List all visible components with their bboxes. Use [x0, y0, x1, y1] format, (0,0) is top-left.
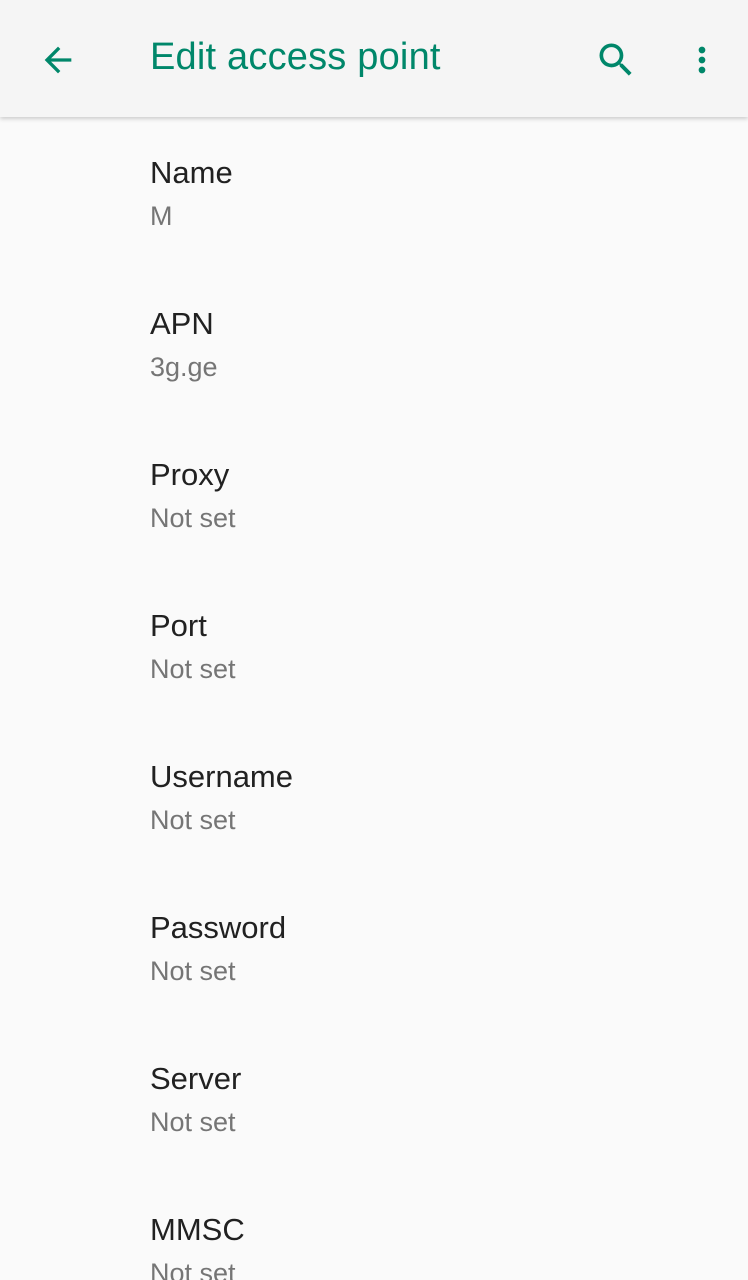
preference-proxy[interactable]: Proxy Not set	[0, 419, 748, 570]
preference-label: Username	[150, 759, 293, 794]
search-icon	[599, 43, 632, 76]
preference-value: M	[150, 201, 173, 231]
preference-mmsc[interactable]: MMSC Not set	[0, 1174, 748, 1280]
preference-value: Not set	[150, 503, 236, 533]
page-title: Edit access point	[150, 36, 441, 78]
preference-label: Port	[150, 608, 207, 643]
more-options-button[interactable]	[680, 30, 724, 90]
preference-port[interactable]: Port Not set	[0, 570, 748, 721]
preference-label: Password	[150, 910, 287, 945]
preference-label: Proxy	[150, 457, 230, 492]
preference-value: Not set	[150, 956, 236, 986]
preference-username[interactable]: Username Not set	[0, 721, 748, 872]
preference-value: Not set	[150, 654, 236, 684]
preference-value: Not set	[150, 1258, 236, 1280]
preference-value: Not set	[150, 805, 236, 835]
preference-label: Server	[150, 1061, 242, 1096]
app-bar: Edit access point	[0, 0, 748, 117]
more-vert-icon	[698, 46, 706, 74]
preference-server[interactable]: Server Not set	[0, 1023, 748, 1174]
preference-apn[interactable]: APN 3g.ge	[0, 268, 748, 419]
preference-name[interactable]: Name M	[0, 117, 748, 268]
preference-label: Name	[150, 155, 233, 190]
back-button[interactable]	[28, 32, 88, 88]
search-button[interactable]	[588, 30, 644, 90]
preference-value: Not set	[150, 1107, 236, 1137]
arrow-back-icon	[44, 46, 72, 74]
preference-password[interactable]: Password Not set	[0, 872, 748, 1023]
preference-label: APN	[150, 306, 214, 341]
preference-label: MMSC	[150, 1212, 245, 1247]
preference-value: 3g.ge	[150, 352, 218, 382]
preference-list: Name M APN 3g.ge Proxy Not set Port Not …	[0, 117, 748, 1280]
